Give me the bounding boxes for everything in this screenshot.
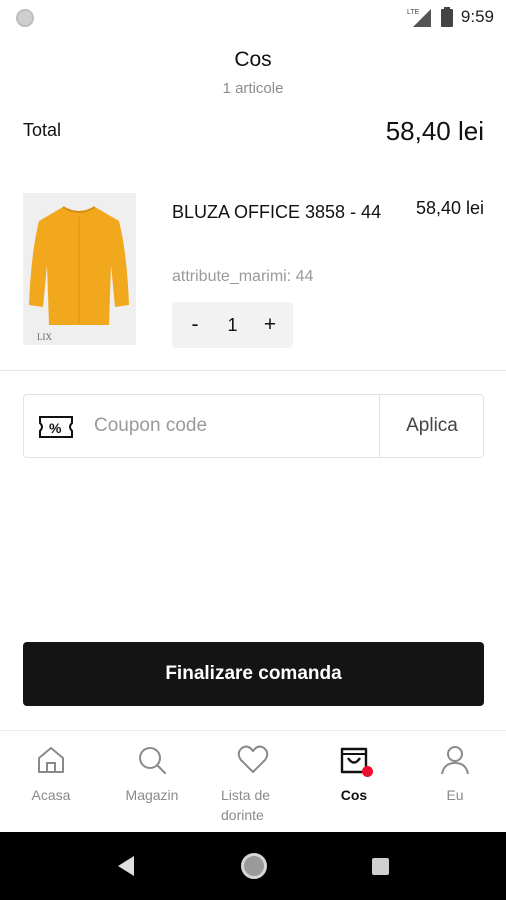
coupon-code-input[interactable] <box>94 405 374 447</box>
coupon-ticket-icon: % <box>39 416 73 438</box>
bottom-nav: Acasa Magazin Lista de dorinte Cos Eu <box>0 730 506 832</box>
nav-label-shop: Magazin <box>125 787 179 803</box>
nav-item-wishlist[interactable]: Lista de dorinte <box>203 743 303 825</box>
product-name[interactable]: BLUZA OFFICE 3858 - 44 <box>172 198 382 226</box>
total-value: 58,40 lei <box>385 116 484 146</box>
product-attribute: attribute_marimi: 44 <box>172 268 314 285</box>
svg-text:LIX: LIX <box>37 332 52 342</box>
recents-icon[interactable] <box>372 858 389 875</box>
nav-item-home[interactable]: Acasa <box>1 743 101 805</box>
quantity-stepper: - 1 + <box>172 302 293 348</box>
svg-text:LTE: LTE <box>407 9 420 16</box>
status-time: 9:59 <box>460 7 494 26</box>
android-nav-bar <box>0 832 506 900</box>
battery-icon <box>440 7 453 27</box>
checkout-button[interactable]: Finalizare comanda <box>23 642 484 706</box>
nav-item-shop[interactable]: Magazin <box>102 743 202 805</box>
nav-label-wishlist: Lista de dorinte <box>221 787 271 823</box>
product-price: 58,40 lei <box>415 198 484 218</box>
decrement-button[interactable]: - <box>184 313 206 337</box>
nav-label-home: Acasa <box>31 787 71 803</box>
home-icon <box>38 747 64 773</box>
nav-item-cart[interactable]: Cos <box>304 743 404 805</box>
heart-icon <box>237 745 269 773</box>
nav-label-profile: Eu <box>446 787 464 803</box>
back-icon[interactable] <box>118 856 134 876</box>
item-count: 1 articole <box>222 80 284 97</box>
total-label: Total <box>23 120 62 140</box>
cart-badge <box>362 766 373 777</box>
status-icons: LTE 9:59 <box>407 6 494 28</box>
blouse-image-icon: LIX <box>23 193 136 345</box>
search-icon <box>139 747 166 774</box>
svg-text:%: % <box>49 420 62 436</box>
coupon-box: % Aplica <box>23 394 484 458</box>
home-circle-icon[interactable] <box>241 853 267 879</box>
user-icon <box>441 746 469 775</box>
page-title: Cos <box>234 48 272 71</box>
quantity-value: 1 <box>227 314 238 335</box>
nav-label-cart: Cos <box>340 787 368 803</box>
divider <box>0 370 506 371</box>
status-bar: LTE 9:59 <box>0 0 506 34</box>
nav-item-profile[interactable]: Eu <box>405 743 505 805</box>
apply-coupon-button[interactable]: Aplica <box>380 395 484 457</box>
notification-dot-icon <box>16 9 34 27</box>
shopping-bag-icon <box>337 743 373 777</box>
lte-signal-icon: LTE <box>407 9 431 27</box>
increment-button[interactable]: + <box>259 313 281 337</box>
product-image[interactable]: LIX <box>23 193 136 345</box>
